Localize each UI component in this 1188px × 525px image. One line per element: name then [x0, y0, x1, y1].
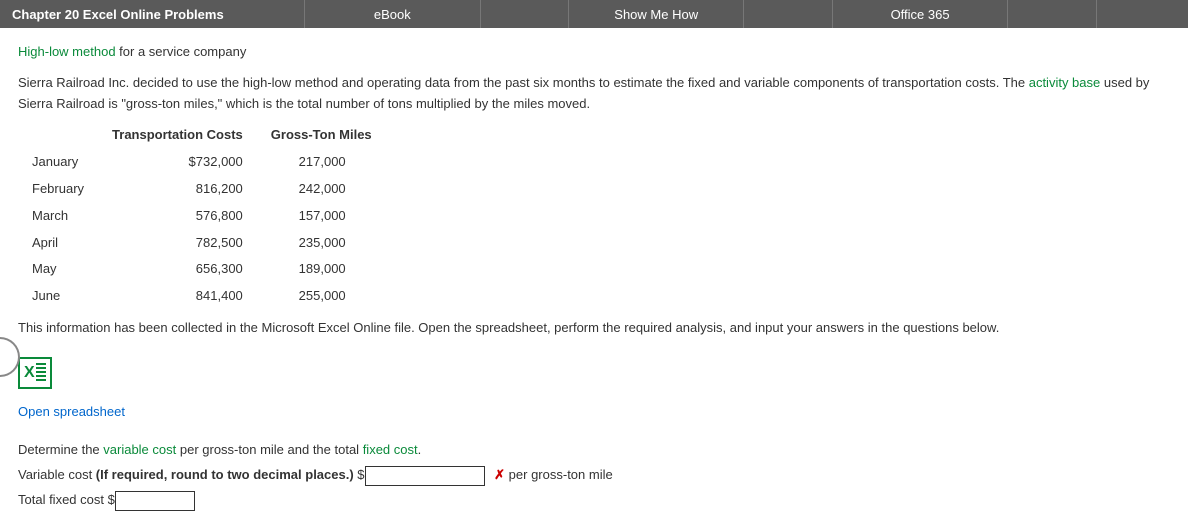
question-prompt: Determine the variable cost per gross-to…: [18, 440, 1170, 461]
instructions-text: This information has been collected in t…: [18, 318, 1170, 339]
cost-cell: 841,400: [98, 283, 257, 310]
problem-title-rest: for a service company: [116, 44, 247, 59]
col-header-costs: Transportation Costs: [98, 122, 257, 149]
table-row: February 816,200 242,000: [18, 176, 386, 203]
tab-show-me-how[interactable]: Show Me How: [568, 0, 744, 28]
variable-cost-line: Variable cost (If required, round to two…: [18, 465, 1170, 486]
miles-cell: 255,000: [257, 283, 386, 310]
tab-empty-2[interactable]: [743, 0, 831, 28]
problem-description: Sierra Railroad Inc. decided to use the …: [18, 73, 1170, 115]
chapter-title: Chapter 20 Excel Online Problems: [4, 7, 304, 22]
cost-cell: 782,500: [98, 230, 257, 257]
excel-section: X Open spreadsheet: [18, 357, 1170, 423]
cost-cell: $732,000: [98, 149, 257, 176]
data-table: Transportation Costs Gross-Ton Miles Jan…: [18, 122, 386, 310]
miles-cell: 217,000: [257, 149, 386, 176]
col-header-miles: Gross-Ton Miles: [257, 122, 386, 149]
tab-ebook[interactable]: eBook: [304, 0, 480, 28]
miles-cell: 235,000: [257, 230, 386, 257]
activity-base-term: activity base: [1029, 75, 1101, 90]
tab-empty-3[interactable]: [1007, 0, 1095, 28]
table-row: April 782,500 235,000: [18, 230, 386, 257]
miles-cell: 157,000: [257, 203, 386, 230]
tab-office-365[interactable]: Office 365: [832, 0, 1008, 28]
header-tabs: eBook Show Me How Office 365: [304, 0, 1184, 28]
cost-cell: 576,800: [98, 203, 257, 230]
content-area: High-low method for a service company Si…: [0, 28, 1188, 525]
cost-cell: 656,300: [98, 256, 257, 283]
variable-cost-term: variable cost: [103, 442, 176, 457]
fixed-cost-term: fixed cost: [363, 442, 418, 457]
open-spreadsheet-link[interactable]: Open spreadsheet: [18, 402, 125, 423]
per-gross-ton-mile-label: per gross-ton mile: [505, 467, 613, 482]
excel-icon[interactable]: X: [18, 357, 52, 389]
tab-empty-4[interactable]: [1096, 0, 1184, 28]
month-cell: February: [18, 176, 98, 203]
month-cell: April: [18, 230, 98, 257]
month-cell: March: [18, 203, 98, 230]
header-bar: Chapter 20 Excel Online Problems eBook S…: [0, 0, 1188, 28]
wrong-mark-icon: ✗: [494, 467, 505, 482]
table-row: March 576,800 157,000: [18, 203, 386, 230]
problem-title: High-low method for a service company: [18, 42, 1170, 63]
para-start: Sierra Railroad Inc. decided to use the …: [18, 75, 1029, 90]
cost-cell: 816,200: [98, 176, 257, 203]
fixed-cost-line: Total fixed cost $: [18, 490, 1170, 511]
fixed-cost-input[interactable]: [115, 491, 195, 511]
month-cell: January: [18, 149, 98, 176]
miles-cell: 242,000: [257, 176, 386, 203]
table-row: June 841,400 255,000: [18, 283, 386, 310]
problem-title-highlight: High-low method: [18, 44, 116, 59]
miles-cell: 189,000: [257, 256, 386, 283]
month-cell: June: [18, 283, 98, 310]
table-row: January $732,000 217,000: [18, 149, 386, 176]
tab-empty-1[interactable]: [480, 0, 568, 28]
variable-cost-input[interactable]: [365, 466, 485, 486]
question-block: Determine the variable cost per gross-to…: [18, 440, 1170, 510]
table-row: May 656,300 189,000: [18, 256, 386, 283]
month-cell: May: [18, 256, 98, 283]
